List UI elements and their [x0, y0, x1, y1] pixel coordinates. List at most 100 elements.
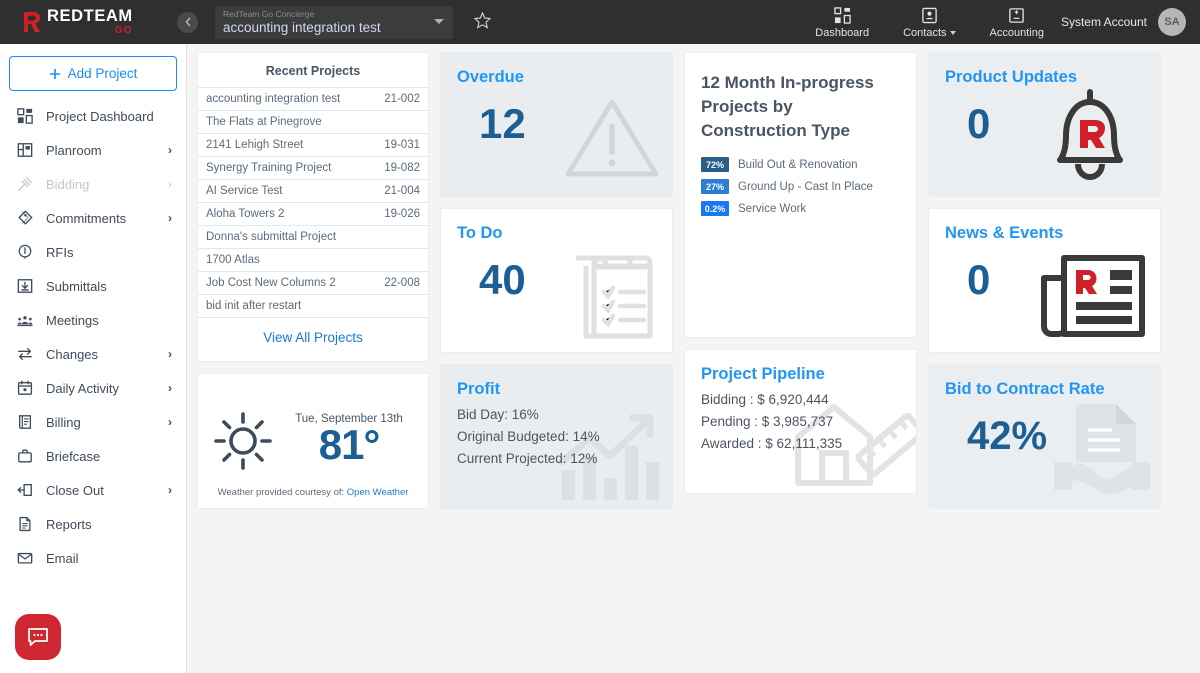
- sidebar-item-label: Bidding: [46, 177, 89, 192]
- recent-project-number: 19-031: [384, 139, 420, 151]
- chart-category-label: Build Out & Renovation: [738, 159, 858, 171]
- recent-project-name: Donna's submittal Project: [206, 231, 336, 243]
- news-events-title: News & Events: [945, 223, 1144, 243]
- pipeline-line: Awarded : $ 62,111,335: [701, 433, 900, 455]
- sidebar-item-label: Submittals: [46, 279, 107, 294]
- chart-legend-row: 27% Ground Up - Cast In Place: [701, 179, 900, 194]
- project-pipeline-card[interactable]: Project Pipeline Bidding : $ 6,920,444Pe…: [684, 349, 917, 494]
- view-all-projects-link[interactable]: View All Projects: [198, 317, 428, 361]
- recent-project-row[interactable]: Job Cost New Columns 222-008: [198, 271, 428, 294]
- pipeline-lines: Bidding : $ 6,920,444Pending : $ 3,985,7…: [701, 389, 900, 455]
- recent-project-row[interactable]: The Flats at Pinegrove: [198, 110, 428, 133]
- weather-credit-text: Weather provided courtesy of:: [218, 487, 345, 498]
- logo-subword: GO: [115, 25, 133, 36]
- topnav-accounting[interactable]: Accounting: [990, 6, 1044, 39]
- project-selector-label: RedTeam Go Concierge: [223, 9, 445, 20]
- submittal-icon: [16, 278, 33, 295]
- profit-title: Profit: [457, 379, 656, 399]
- overdue-card[interactable]: Overdue 12: [440, 52, 673, 197]
- sidebar-item-label: Commitments: [46, 211, 126, 226]
- sidebar-item-label: Email: [46, 551, 79, 566]
- recent-project-row[interactable]: Synergy Training Project19-082: [198, 156, 428, 179]
- sidebar-item-billing[interactable]: Billing›: [0, 405, 186, 439]
- profit-lines: Bid Day: 16%Original Budgeted: 14%Curren…: [457, 404, 656, 470]
- pipeline-title: Project Pipeline: [701, 364, 900, 384]
- chart-category-label: Service Work: [738, 203, 806, 215]
- calendar-icon: [16, 380, 33, 397]
- billing-icon: [16, 414, 33, 431]
- recent-project-row[interactable]: Donna's submittal Project: [198, 225, 428, 248]
- sidebar-item-label: Planroom: [46, 143, 102, 158]
- profit-card[interactable]: Profit Bid Day: 16%Original Budgeted: 14…: [440, 364, 673, 509]
- chart-title: 12 Month In-progress Projects by Constru…: [701, 71, 900, 143]
- sidebar-item-submittals[interactable]: Submittals: [0, 269, 186, 303]
- sidebar-item-email[interactable]: Email: [0, 541, 186, 575]
- recent-project-row[interactable]: 1700 Atlas: [198, 248, 428, 271]
- recent-project-name: 1700 Atlas: [206, 254, 260, 266]
- sidebar-item-reports[interactable]: Reports: [0, 507, 186, 541]
- todo-card[interactable]: To Do 40: [440, 208, 673, 353]
- sidebar-item-commitments[interactable]: Commitments›: [0, 201, 186, 235]
- chat-bubble-icon: [26, 625, 50, 649]
- chart-value-badge: 27%: [701, 179, 729, 194]
- pipeline-line: Pending : $ 3,985,737: [701, 411, 900, 433]
- sidebar-nav-list: Project Dashboard Planroom › Bidding › Commit…: [0, 99, 186, 575]
- briefcase-icon: [16, 448, 33, 465]
- star-outline-icon: [473, 11, 492, 30]
- dashboard-column-3: 12 Month In-progress Projects by Constru…: [684, 52, 917, 494]
- chevron-right-icon: ›: [168, 177, 172, 191]
- meetings-icon: [16, 312, 33, 329]
- sidebar-item-rfis[interactable]: RFIs: [0, 235, 186, 269]
- project-selector[interactable]: RedTeam Go Concierge accounting integrat…: [215, 6, 453, 39]
- product-updates-value: 0: [967, 99, 1144, 149]
- dashboard-main: Recent Projects accounting integration t…: [187, 44, 1200, 673]
- account-name: System Account: [1061, 15, 1147, 29]
- sidebar-collapse-button[interactable]: [177, 12, 198, 33]
- chat-support-button[interactable]: [15, 614, 61, 660]
- logo-wordmark: REDTEAM: [47, 9, 133, 24]
- topnav-dashboard-label: Dashboard: [815, 27, 869, 39]
- product-updates-card[interactable]: Product Updates 0: [928, 52, 1161, 197]
- chart-category-label: Ground Up - Cast In Place: [738, 181, 873, 193]
- bid-to-contract-card[interactable]: Bid to Contract Rate 42%: [928, 364, 1161, 509]
- sidebar-item-daily-activity[interactable]: Daily Activity›: [0, 371, 186, 405]
- open-weather-link[interactable]: Open Weather: [347, 487, 409, 498]
- sidebar-item-label: Briefcase: [46, 449, 100, 464]
- recent-project-row[interactable]: Aloha Towers 219-026: [198, 202, 428, 225]
- recent-projects-card: Recent Projects accounting integration t…: [197, 52, 429, 362]
- avatar[interactable]: SA: [1158, 8, 1186, 36]
- construction-type-chart-card: 12 Month In-progress Projects by Constru…: [684, 52, 917, 338]
- add-project-label: Add Project: [68, 66, 138, 81]
- favorite-star-button[interactable]: [473, 11, 492, 34]
- topnav-contacts[interactable]: Contacts: [903, 6, 955, 39]
- todo-title: To Do: [457, 223, 656, 243]
- recent-project-name: AI Service Test: [206, 185, 283, 197]
- dashboard-column-2: Overdue 12 To Do 40: [440, 52, 673, 509]
- sidebar-item-close-out[interactable]: Close Out›: [0, 473, 186, 507]
- recent-project-name: 2141 Lehigh Street: [206, 139, 303, 151]
- chart-legend-row: 0.2%Service Work: [701, 201, 900, 216]
- chevron-right-icon: ›: [168, 143, 172, 157]
- product-updates-title: Product Updates: [945, 67, 1144, 87]
- sidebar-item-changes[interactable]: Changes›: [0, 337, 186, 371]
- dashboard-grid-icon: [16, 108, 33, 125]
- sidebar-item-meetings[interactable]: Meetings: [0, 303, 186, 337]
- recent-project-name: The Flats at Pinegrove: [206, 116, 322, 128]
- recent-project-row[interactable]: accounting integration test21-002: [198, 87, 428, 110]
- sidebar-item-project-dashboard[interactable]: Project Dashboard: [0, 99, 186, 133]
- overdue-value: 12: [479, 99, 656, 149]
- recent-project-number: 21-002: [384, 93, 420, 105]
- news-events-card[interactable]: News & Events 0: [928, 208, 1161, 353]
- sidebar-item-briefcase[interactable]: Briefcase: [0, 439, 186, 473]
- recent-project-row[interactable]: bid init after restart: [198, 294, 428, 317]
- profit-line: Bid Day: 16%: [457, 404, 656, 426]
- recent-project-row[interactable]: AI Service Test21-004: [198, 179, 428, 202]
- sidebar-item-planroom[interactable]: Planroom ›: [0, 133, 186, 167]
- sidebar-item-label: Daily Activity: [46, 381, 119, 396]
- news-events-value: 0: [967, 255, 1144, 305]
- envelope-icon: [16, 550, 33, 567]
- recent-project-row[interactable]: 2141 Lehigh Street 19-031: [198, 133, 428, 156]
- topnav-dashboard[interactable]: Dashboard: [815, 6, 869, 39]
- app-logo[interactable]: REDTEAM GO: [0, 9, 160, 36]
- add-project-button[interactable]: Add Project: [9, 56, 177, 91]
